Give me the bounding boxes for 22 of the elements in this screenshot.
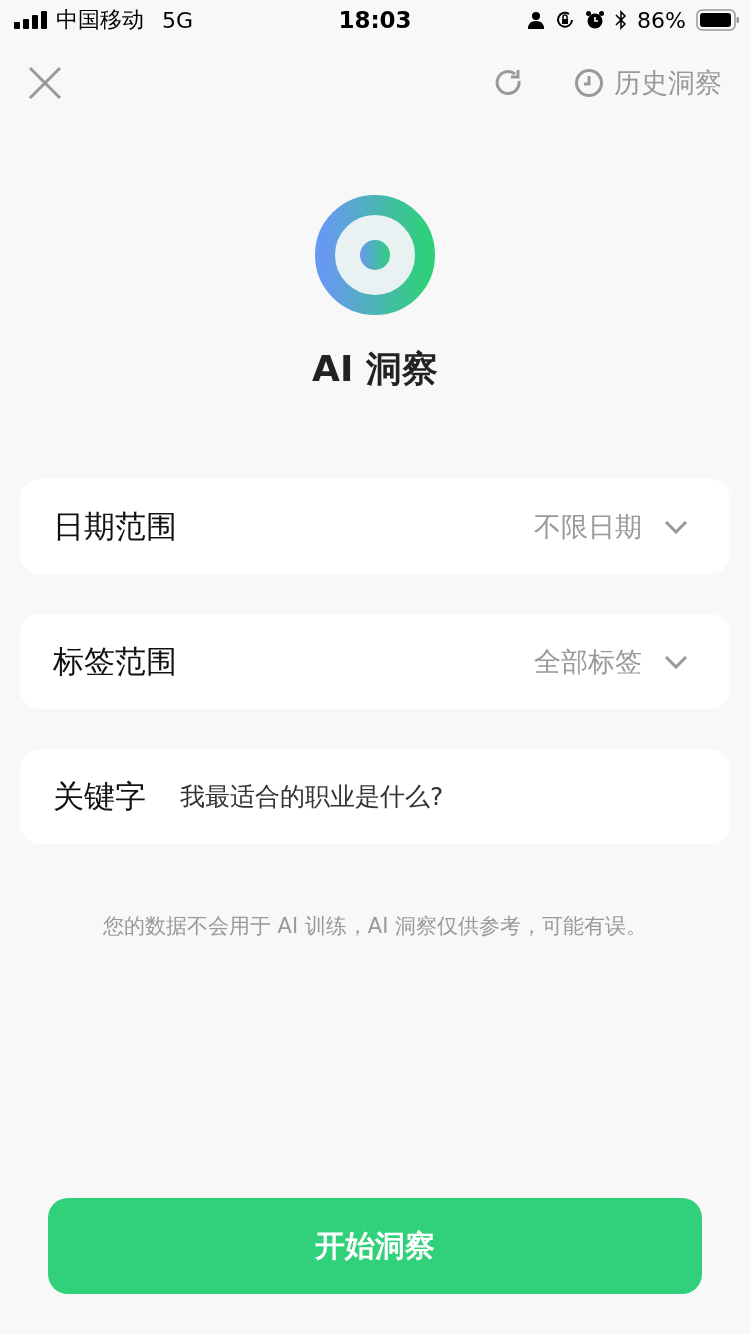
carrier-name: 中国移动 bbox=[56, 6, 144, 34]
chevron-down-icon bbox=[664, 519, 688, 534]
target-logo-icon bbox=[315, 195, 435, 315]
page-title: AI 洞察 bbox=[312, 347, 438, 391]
clock-time: 18:03 bbox=[337, 7, 413, 33]
alarm-icon bbox=[585, 10, 606, 30]
rotation-lock-icon bbox=[555, 10, 576, 30]
clock-icon bbox=[574, 67, 604, 98]
disclaimer-text: 您的数据不会用于 AI 训练，AI 洞察仅供参考，可能有误。 bbox=[101, 913, 649, 940]
dropdown-field[interactable]: 标签范围 全部标签 bbox=[20, 614, 730, 709]
field-label: 关键字 bbox=[53, 776, 146, 816]
keyword-input[interactable]: 我最适合的职业是什么? bbox=[180, 782, 688, 811]
close-button[interactable] bbox=[28, 65, 62, 100]
person-icon bbox=[527, 11, 546, 29]
dropdown-field[interactable]: 日期范围 不限日期 bbox=[20, 479, 730, 574]
bluetooth-icon bbox=[615, 10, 628, 30]
battery-icon bbox=[696, 9, 740, 31]
network-type: 5G bbox=[162, 7, 194, 33]
refresh-button[interactable] bbox=[494, 67, 524, 98]
chevron-down-icon bbox=[664, 654, 688, 669]
signal-icon bbox=[14, 11, 48, 29]
battery-percent: 86% bbox=[637, 7, 686, 33]
